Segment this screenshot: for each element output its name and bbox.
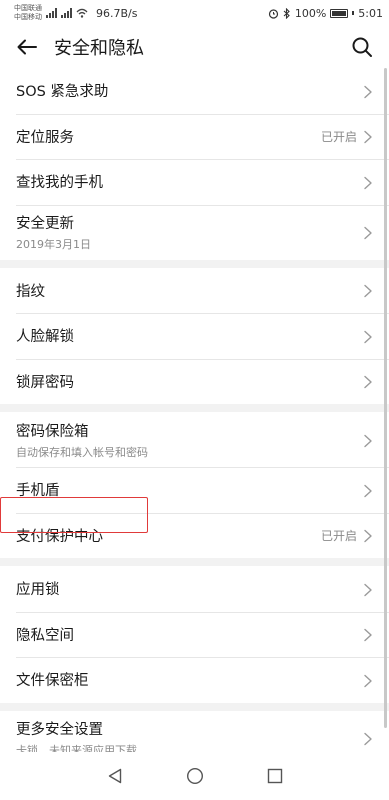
settings-group: 应用锁隐私空间文件保密柜 (0, 566, 389, 703)
carriers: 中国联通 中国移动 (14, 4, 42, 22)
settings-group: 指纹人脸解锁锁屏密码 (0, 267, 389, 405)
alarm-icon (268, 8, 278, 19)
signal-icon-2 (61, 8, 72, 18)
item-text: 查找我的手机 (16, 171, 363, 192)
item-title: 手机盾 (16, 483, 60, 500)
item-status-value: 已开启 (320, 129, 357, 144)
chevron-right-icon (363, 582, 373, 596)
item-title: 更多安全设置 (16, 722, 103, 738)
item-text: 密码保险箱自动保存和填入帐号和密码 (16, 420, 363, 460)
item-text: SOS 紧急求助 (16, 80, 363, 101)
item-title: 文件保密柜 (16, 673, 89, 690)
item-text: 手机盾 (16, 479, 363, 500)
chevron-right-icon (363, 731, 373, 746)
list-item[interactable]: 指纹 (0, 268, 389, 314)
item-title: 定位服务 (16, 129, 74, 146)
list-item[interactable]: 隐私空间 (0, 611, 389, 658)
battery-icon (330, 8, 349, 18)
item-status-value: 已开启 (320, 528, 357, 543)
list-item[interactable]: 锁屏密码 (0, 358, 389, 405)
screen: 中国联通 中国移动 96.7B/s 100% 5:01 安全和隐私 SOS 紧急… (0, 0, 389, 800)
item-title: 密码保险箱 (16, 423, 89, 440)
chevron-right-icon (363, 225, 373, 240)
status-left: 中国联通 中国移动 96.7B/s (14, 4, 137, 22)
chevron-right-icon (363, 433, 373, 447)
list-item[interactable]: 支付保护中心 已开启 (0, 512, 389, 559)
item-text: 安全更新 2019年3月1日 (16, 212, 363, 252)
list-item[interactable]: 查找我的手机 (0, 159, 389, 205)
settings-group: 密码保险箱自动保存和填入帐号和密码 手机盾支付保护中心 已开启 (0, 412, 389, 558)
square-recent-icon[interactable] (265, 766, 285, 786)
item-title: 人脸解锁 (16, 329, 74, 346)
list-item[interactable]: SOS 紧急求助 (0, 68, 389, 114)
item-text: 文件保密柜 (16, 669, 363, 690)
list-item[interactable]: 密码保险箱自动保存和填入帐号和密码 (0, 412, 389, 467)
signal-icon (46, 8, 57, 18)
carrier-2: 中国移动 (14, 13, 42, 21)
chevron-right-icon (363, 374, 373, 389)
item-text: 锁屏密码 (16, 371, 363, 392)
search-icon[interactable] (351, 36, 373, 58)
item-title: 隐私空间 (16, 627, 74, 644)
list-item[interactable]: 文件保密柜 (0, 657, 389, 703)
status-bar: 中国联通 中国移动 96.7B/s 100% 5:01 (0, 0, 389, 26)
battery-percent: 100% (294, 6, 327, 20)
chevron-right-icon (363, 329, 373, 343)
settings-list: SOS 紧急求助 定位服务 已开启 查找我的手机 安全更新 2019年3月1日 指纹 人脸解锁… (0, 68, 389, 774)
scrollbar[interactable] (384, 68, 387, 728)
settings-group: SOS 紧急求助 定位服务 已开启查找我的手机 安全更新 2019年3月1日 (0, 68, 389, 260)
item-title: SOS 紧急求助 (16, 84, 109, 101)
battery-cap (352, 11, 355, 15)
bluetooth-icon (283, 7, 290, 19)
item-title: 锁屏密码 (16, 374, 74, 391)
item-title: 应用锁 (16, 582, 60, 599)
triangle-back-icon[interactable] (105, 766, 125, 786)
status-right: 100% 5:01 (268, 7, 383, 20)
item-subtitle: 2019年3月1日 (16, 238, 91, 251)
app-header: 安全和隐私 (0, 26, 389, 68)
circle-home-icon[interactable] (185, 766, 205, 786)
list-item[interactable]: 安全更新 2019年3月1日 (0, 204, 389, 260)
chevron-right-icon (363, 627, 373, 642)
list-item[interactable]: 人脸解锁 (0, 313, 389, 359)
item-title: 支付保护中心 (16, 528, 103, 545)
chevron-right-icon (363, 84, 373, 98)
page-title: 安全和隐私 (54, 38, 144, 59)
chevron-right-icon (363, 283, 373, 298)
chevron-right-icon (363, 528, 373, 543)
item-text: 指纹 (16, 280, 363, 301)
chevron-right-icon (363, 175, 373, 189)
item-text: 隐私空间 (16, 624, 363, 645)
clock: 5:01 (358, 6, 383, 20)
item-text: 支付保护中心 (16, 525, 321, 546)
chevron-right-icon (363, 129, 373, 144)
net-speed: 96.7B/s (96, 6, 138, 20)
item-title: 指纹 (16, 283, 45, 300)
chevron-right-icon (363, 673, 373, 687)
item-text: 定位服务 (16, 126, 321, 147)
item-subtitle: 自动保存和填入帐号和密码 (16, 445, 148, 459)
item-text: 应用锁 (16, 578, 363, 599)
arrow-left-icon[interactable] (16, 36, 38, 58)
item-text: 人脸解锁 (16, 325, 363, 346)
item-title: 安全更新 (16, 216, 74, 232)
list-item[interactable]: 应用锁 (0, 566, 389, 612)
navigation-bar (0, 752, 389, 800)
list-item[interactable]: 定位服务 已开启 (0, 113, 389, 160)
chevron-right-icon (363, 483, 373, 497)
item-title: 查找我的手机 (16, 175, 103, 192)
list-item[interactable]: 手机盾 (0, 467, 389, 513)
carrier-1: 中国联通 (14, 4, 42, 12)
wifi-icon (76, 8, 88, 18)
